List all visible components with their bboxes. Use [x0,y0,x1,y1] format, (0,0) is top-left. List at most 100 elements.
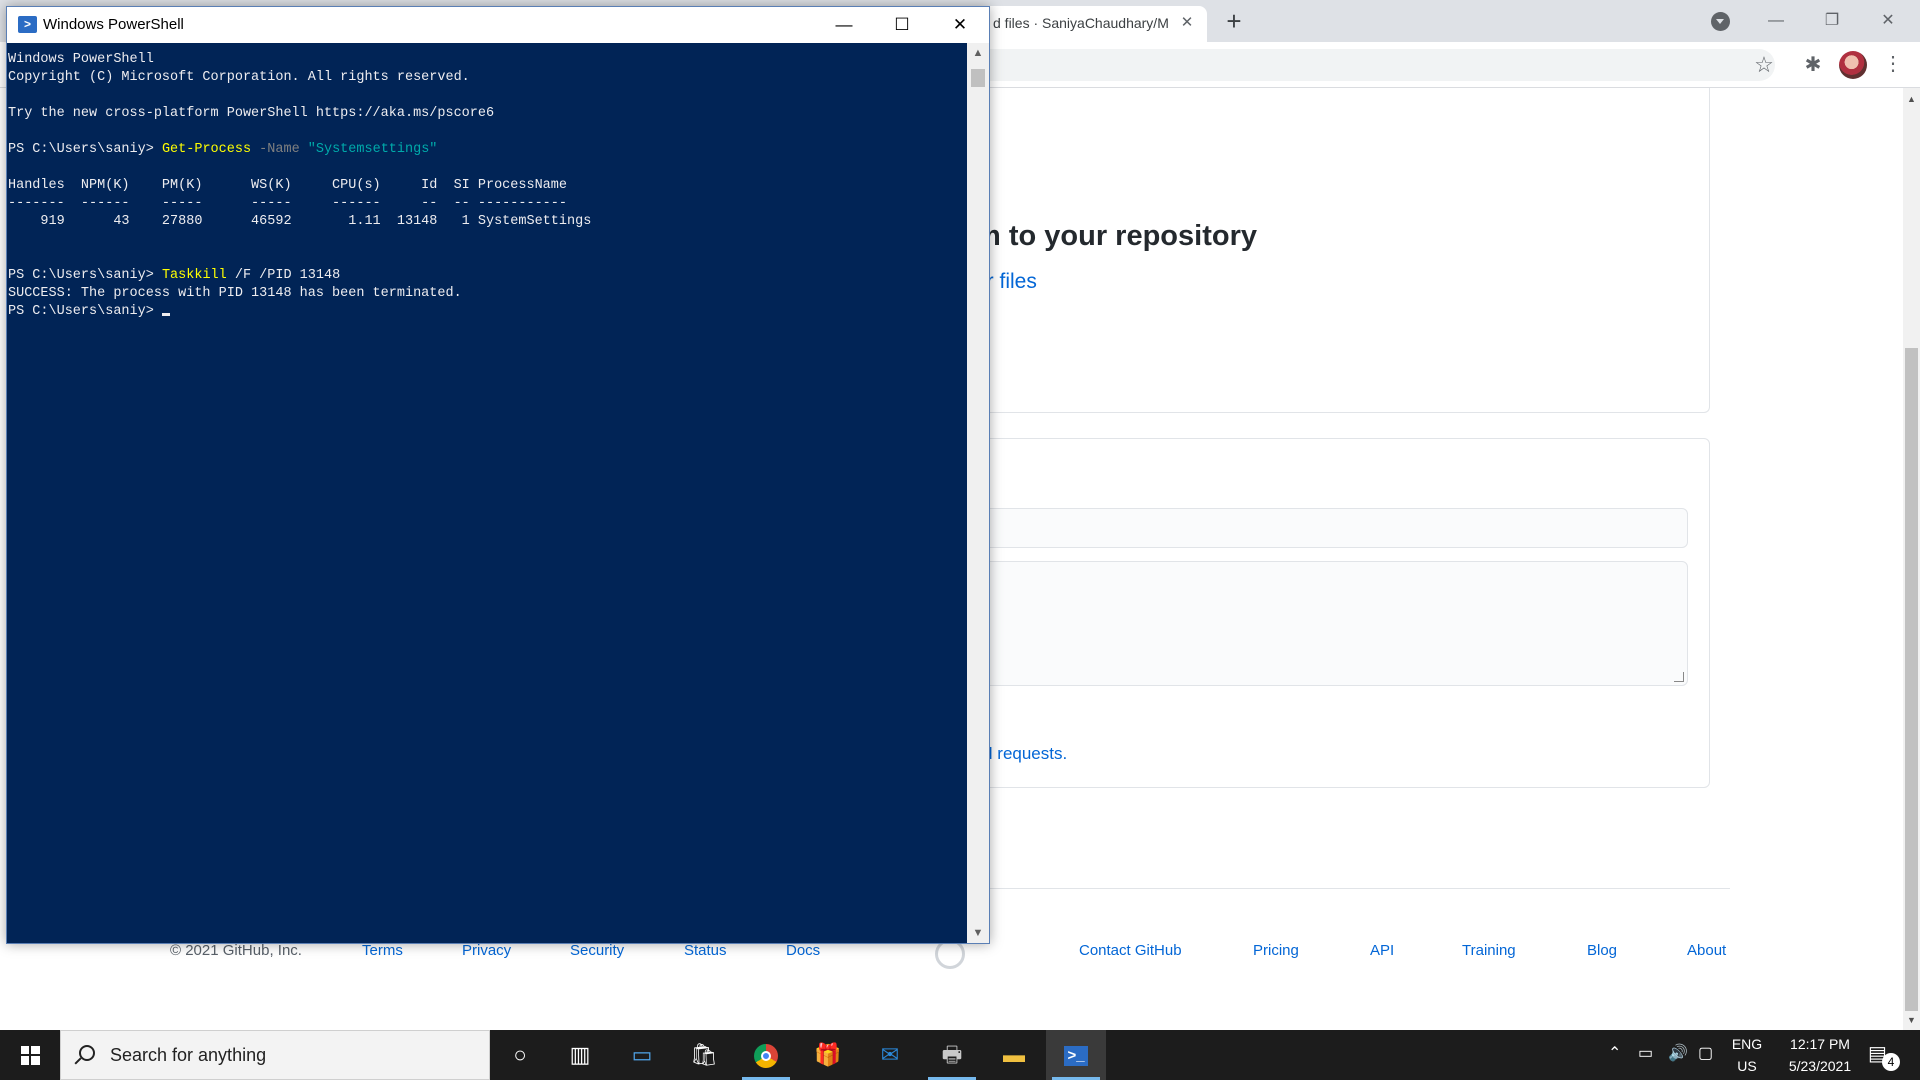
footer-link-docs[interactable]: Docs [786,942,820,959]
footer-link-status[interactable]: Status [684,942,727,959]
scroll-down-arrow-icon[interactable]: ▼ [1903,1013,1920,1027]
new-tab-button[interactable]: + [1220,8,1248,36]
close-button[interactable]: ✕ [931,7,989,43]
console-output[interactable]: Windows PowerShell Copyright (C) Microso… [7,43,967,943]
search-placeholder: Search for anything [110,1045,267,1065]
start-button[interactable] [0,1030,60,1080]
powershell-titlebar[interactable]: > Windows PowerShell — ☐ ✕ [7,7,989,43]
footer-link-privacy[interactable]: Privacy [462,942,511,959]
powershell-icon: > [18,16,37,33]
task-view-icon: ▥ [569,1042,591,1067]
maximize-button[interactable]: ☐ [873,7,931,43]
browser-tab-active[interactable]: d files · SaniyaChaudhary/M ✕ [975,6,1207,42]
text-cursor [161,313,170,316]
footer-link-about[interactable]: About [1687,942,1726,959]
input-region[interactable]: US [1730,1058,1764,1074]
command-parameter: -Name [251,142,308,157]
tab-title: d files · SaniyaChaudhary/M [993,15,1168,31]
tab-close-icon[interactable]: ✕ [1177,13,1197,33]
scroll-up-arrow-icon[interactable]: ▲ [967,43,989,63]
profile-avatar[interactable] [1839,51,1867,79]
console-prompt-line[interactable]: PS C:\Users\saniy> [8,303,967,321]
command-name: Taskkill [161,268,227,283]
file-explorer-icon: ▬ [1003,1042,1025,1067]
commit-description-textarea[interactable] [960,561,1688,686]
footer-link-security[interactable]: Security [570,942,624,959]
store-icon: 🛍 [690,1042,718,1067]
footer-link-contact[interactable]: Contact GitHub [1079,942,1182,959]
footer-copyright: © 2021 GitHub, Inc. [170,942,302,959]
table-rule: ------- ------ ----- ----- ------ -- -- … [8,196,567,211]
command-argument: "Systemsettings" [307,142,438,157]
gift-icon: 🎁 [814,1042,842,1067]
console-scrollbar-thumb[interactable] [971,69,985,87]
windows-logo-icon [21,1046,40,1065]
taskbar-app-chrome[interactable] [736,1030,796,1080]
console-command-line: PS C:\Users\saniy> Get-Process -Name "Sy… [8,141,967,159]
command-arguments: /F /PID 13148 [226,268,341,283]
taskbar-app-gift[interactable]: 🎁 [798,1030,858,1080]
footer-link-training[interactable]: Training [1462,942,1516,959]
page-scrollbar-thumb[interactable] [1905,348,1918,1011]
input-language[interactable]: ENG [1730,1036,1764,1052]
window-title: Windows PowerShell [43,16,184,33]
clock-time[interactable]: 12:17 PM [1770,1036,1870,1052]
battery-icon[interactable]: ▭ [1638,1043,1653,1063]
taskbar-search-box[interactable]: Search for anything [60,1030,490,1080]
table-header: Handles NPM(K) PM(K) WS(K) CPU(s) Id SI … [8,178,567,193]
console-line: Windows PowerShell [8,52,154,67]
volume-icon[interactable]: 🔊 [1668,1043,1688,1063]
bookmark-star-icon[interactable]: ☆ [1752,52,1776,78]
browser-close-button[interactable]: ✕ [1865,6,1911,36]
command-name: Get-Process [161,142,252,157]
taskbar-app-powershell[interactable]: >_ [1046,1030,1106,1080]
console-command-line: PS C:\Users\saniy> Taskkill /F /PID 1314… [8,267,967,285]
scroll-down-arrow-icon[interactable]: ▼ [967,923,989,943]
task-view-button[interactable]: ▥ [550,1030,610,1080]
textarea-resize-icon[interactable] [1674,672,1684,682]
footer-link-pricing[interactable]: Pricing [1253,942,1299,959]
powershell-window: > Windows PowerShell — ☐ ✕ Windows Power… [6,6,990,944]
prompt: PS C:\Users\saniy> [8,142,162,157]
prompt: PS C:\Users\saniy> [8,268,162,283]
commit-summary-input[interactable] [960,508,1688,548]
taskbar-app-printer[interactable]: 🖶 [922,1030,982,1080]
taskbar-app-mail[interactable]: ✉ [860,1030,920,1080]
scroll-up-arrow-icon[interactable]: ▲ [1903,92,1920,106]
footer-link-api[interactable]: API [1370,942,1394,959]
pull-requests-link[interactable]: ll requests. [985,744,1067,764]
tab-search-icon[interactable] [1711,12,1730,31]
console-line: Try the new cross-platform PowerShell ht… [8,106,495,121]
taskbar-app-desktop[interactable]: ▭ [612,1030,672,1080]
console-scrollbar[interactable]: ▲ ▼ [967,43,989,943]
browser-restore-button[interactable]: ❐ [1809,6,1855,36]
cortana-button[interactable]: ○ [490,1030,550,1080]
extensions-icon[interactable]: ✱ [1800,52,1826,78]
show-hidden-icons-icon[interactable]: ⌃ [1608,1043,1621,1063]
console-line: SUCCESS: The process with PID 13148 has … [8,286,462,301]
taskbar-app-explorer[interactable]: ▬ [984,1030,1044,1080]
chrome-icon [752,1042,780,1069]
browser-minimize-button[interactable]: — [1753,6,1799,36]
powershell-icon: >_ [1062,1042,1090,1068]
clock-date[interactable]: 5/23/2021 [1770,1058,1870,1074]
minimize-button[interactable]: — [815,7,873,43]
mail-icon: ✉ [880,1042,900,1067]
table-row: 919 43 27880 46592 1.11 13148 1 SystemSe… [8,214,592,229]
browser-menu-icon[interactable]: ⋮ [1883,52,1903,78]
taskbar-app-store[interactable]: 🛍 [674,1030,734,1080]
prompt: PS C:\Users\saniy> [8,304,162,319]
footer-link-blog[interactable]: Blog [1587,942,1617,959]
desktop-app-icon: ▭ [631,1042,653,1067]
notification-count-badge: 4 [1882,1053,1900,1071]
printer-icon: 🖶 [941,1042,963,1067]
cortana-icon: ○ [513,1042,527,1067]
upload-heading: m to your repository [975,220,1257,252]
network-icon[interactable]: ▢ [1698,1043,1713,1063]
footer-link-terms[interactable]: Terms [362,942,403,959]
